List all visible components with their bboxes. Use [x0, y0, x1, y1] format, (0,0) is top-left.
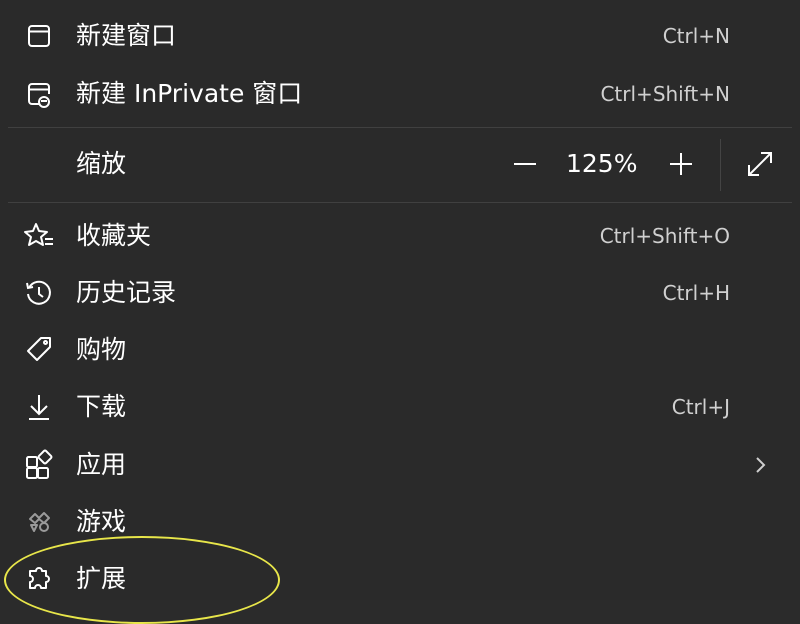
- browser-settings-menu: 新建窗口 Ctrl+N 新建 InPrivate 窗口 Ctrl+Shift+N…: [0, 0, 800, 624]
- extensions-icon: [22, 562, 56, 596]
- menu-item-new-window[interactable]: 新建窗口 Ctrl+N: [0, 11, 800, 61]
- games-icon: [22, 505, 56, 539]
- zoom-in-button[interactable]: [664, 139, 698, 189]
- zoom-level: 125%: [566, 149, 638, 178]
- new-inprivate-shortcut: Ctrl+Shift+N: [600, 82, 730, 106]
- zoom-out-button[interactable]: [508, 139, 542, 189]
- menu-divider: [8, 202, 792, 203]
- history-label: 历史记录: [76, 278, 177, 307]
- favorites-icon: [22, 219, 56, 253]
- downloads-label: 下载: [76, 392, 127, 421]
- favorites-label: 收藏夹: [76, 221, 152, 250]
- chevron-right-icon: [748, 452, 772, 478]
- history-shortcut: Ctrl+H: [662, 281, 730, 305]
- download-icon: [22, 390, 56, 424]
- zoom-separator: [720, 139, 721, 191]
- menu-item-zoom: 缩放 125%: [0, 139, 800, 189]
- menu-divider: [8, 127, 792, 128]
- new-window-shortcut: Ctrl+N: [662, 24, 730, 48]
- zoom-label: 缩放: [76, 149, 127, 178]
- expand-icon: [748, 152, 772, 176]
- extensions-label: 扩展: [76, 564, 127, 593]
- favorites-shortcut: Ctrl+Shift+O: [599, 224, 730, 248]
- new-window-label: 新建窗口: [76, 21, 177, 50]
- tag-icon: [22, 333, 56, 367]
- menu-item-apps[interactable]: 应用: [0, 440, 800, 490]
- new-inprivate-label: 新建 InPrivate 窗口: [76, 79, 303, 108]
- menu-item-shopping[interactable]: 购物: [0, 325, 800, 375]
- apps-label: 应用: [76, 450, 127, 479]
- menu-item-downloads[interactable]: 下载 Ctrl+J: [0, 382, 800, 432]
- menu-item-extensions[interactable]: 扩展: [0, 554, 800, 604]
- menu-item-new-inprivate-window[interactable]: 新建 InPrivate 窗口 Ctrl+Shift+N: [0, 69, 800, 119]
- menu-item-history[interactable]: 历史记录 Ctrl+H: [0, 268, 800, 318]
- downloads-shortcut: Ctrl+J: [671, 395, 730, 419]
- fullscreen-button[interactable]: [742, 139, 778, 189]
- inprivate-window-icon: [22, 77, 56, 111]
- menu-item-games[interactable]: 游戏: [0, 497, 800, 547]
- window-icon: [22, 19, 56, 53]
- games-label: 游戏: [76, 507, 127, 536]
- apps-icon: [22, 448, 56, 482]
- shopping-label: 购物: [76, 335, 127, 364]
- menu-item-favorites[interactable]: 收藏夹 Ctrl+Shift+O: [0, 211, 800, 261]
- history-icon: [22, 276, 56, 310]
